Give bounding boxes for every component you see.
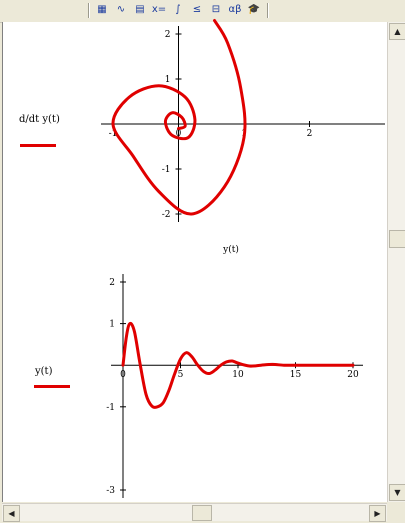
matrix-icon[interactable]: ▤ [132, 2, 148, 18]
horizontal-scrollbar[interactable]: ◀ ▶ [2, 503, 387, 522]
y-tick-label: 2 [165, 30, 171, 40]
programming-icon[interactable]: ⊟ [208, 2, 224, 18]
plot2-legend-label: y(t) [35, 366, 52, 377]
x-tick-label: 2 [307, 129, 313, 139]
x-tick-label: 0 [120, 370, 126, 380]
plot1-legend-text: d/dt y(t) [19, 114, 60, 125]
calculator-icon[interactable]: ▦ [94, 2, 110, 18]
series-line [111, 19, 247, 216]
x-tick-label: 10 [232, 370, 244, 380]
plot1-legend-swatch [20, 144, 56, 147]
scroll-up-arrow[interactable]: ▲ [389, 23, 405, 40]
vertical-scrollbar[interactable]: ▲ ▼ [387, 22, 405, 502]
y-tick-label: -1 [162, 165, 171, 175]
scroll-corner [387, 503, 405, 523]
scroll-down-arrow[interactable]: ▼ [389, 484, 405, 501]
phase-plot[interactable]: -1 0 1 221-1-2y(t) [95, 19, 385, 262]
graph-icon[interactable]: ∿ [113, 2, 129, 18]
plot2-legend-swatch [34, 385, 70, 388]
x-tick-label: 5 [178, 370, 184, 380]
math-toolbar: ▦ ∿ ▤ x= ∫ ≤ ⊟ αβ 🎓 [0, 0, 405, 23]
time-plot[interactable]: 0 5 10 15 20 2 1 -1 -3 [93, 262, 383, 498]
toolbar-separator [267, 3, 268, 18]
boolean-icon[interactable]: ≤ [189, 2, 205, 18]
x-axis-label: y(t) [222, 244, 239, 255]
y-tick-label: 1 [165, 75, 171, 85]
plot1-legend-label: d/dt y(t) [19, 114, 60, 125]
evaluation-icon[interactable]: x= [151, 2, 167, 18]
y-tick-label: -3 [106, 486, 115, 496]
y-tick-label: -2 [162, 210, 171, 220]
worksheet[interactable]: d/dt y(t) -1 0 1 2 2 1 -1 -2 y(t) y(t) 0 5 10 15 20 2… [2, 19, 388, 502]
y-tick-label: 2 [109, 278, 115, 288]
scroll-left-arrow[interactable]: ◀ [3, 505, 20, 522]
y-tick-label: 1 [109, 320, 115, 330]
x-tick-label: 15 [290, 370, 302, 380]
x-tick-label: 20 [347, 370, 359, 380]
toolbar-separator [88, 3, 89, 18]
plot2-legend-text: y(t) [35, 366, 53, 377]
symbolic-icon[interactable]: 🎓 [246, 2, 262, 18]
vertical-scroll-thumb[interactable] [389, 230, 405, 248]
calculus-icon[interactable]: ∫ [170, 2, 186, 18]
greek-icon[interactable]: αβ [227, 2, 243, 18]
y-tick-label: -1 [106, 403, 115, 413]
scroll-right-arrow[interactable]: ▶ [369, 505, 386, 522]
horizontal-scroll-thumb[interactable] [192, 505, 212, 521]
